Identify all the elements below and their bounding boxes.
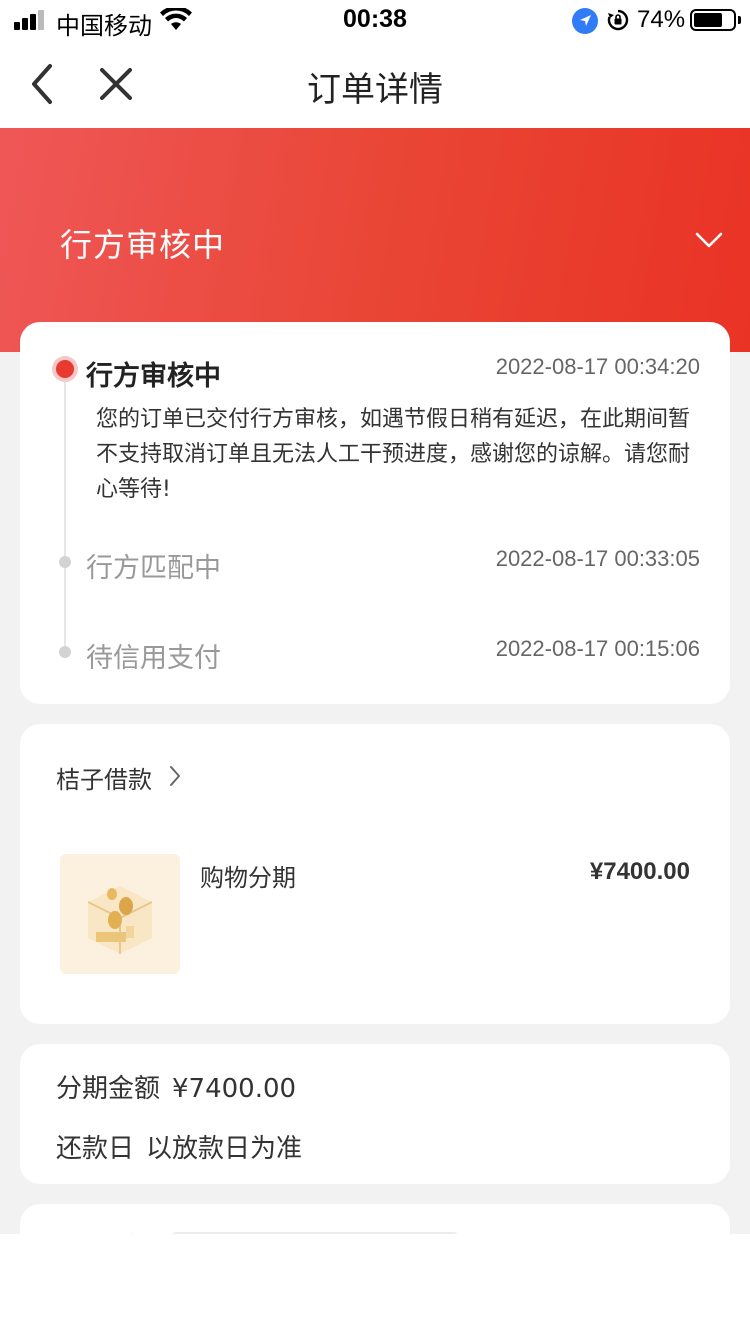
location-icon xyxy=(572,8,598,34)
installment-amount-row: 分期金额 ¥7400.00 xyxy=(56,1068,308,1105)
order-status: 行方审核中 xyxy=(60,226,226,264)
battery-percent: 74% xyxy=(637,6,686,33)
status-header: 行方审核中 xyxy=(0,128,750,352)
battery-cap xyxy=(738,16,741,24)
page-title: 订单详情 xyxy=(307,70,443,110)
timeline-dot xyxy=(59,646,71,658)
order-info-value xyxy=(170,1232,460,1234)
timeline-step-time: 2022-08-17 00:33:05 xyxy=(495,546,700,571)
repay-date-value: 以放款日为准 xyxy=(146,1134,303,1164)
product-price: ¥7400.00 xyxy=(589,858,690,885)
chevron-right-icon[interactable] xyxy=(168,765,182,787)
nav-bar: 订单详情 xyxy=(0,40,750,128)
product-card: 桔子借款 购物分期 ¥7400.00 xyxy=(20,724,730,1024)
installment-amount-value: ¥7400.00 xyxy=(172,1074,297,1104)
expand-chevron-icon[interactable] xyxy=(694,228,724,252)
timeline-step-time: 2022-08-17 00:15:06 xyxy=(495,636,700,661)
order-info-label: 订单信息 xyxy=(48,1226,144,1234)
battery-icon xyxy=(690,9,736,31)
product-image xyxy=(60,854,180,974)
timeline-step-time: 2022-08-17 00:34:20 xyxy=(495,354,700,379)
installment-amount-label: 分期金额 xyxy=(56,1074,161,1104)
order-info-card: 订单信息 xyxy=(20,1204,730,1234)
repay-date-row: 还款日 以放款日为准 xyxy=(56,1128,314,1165)
coin-box-icon xyxy=(87,886,153,954)
repay-date-label: 还款日 xyxy=(56,1134,135,1164)
timeline-line xyxy=(64,370,66,652)
rotation-lock-icon xyxy=(607,9,629,31)
app-viewport: 中国移动 00:38 74% 订单详情 行方审核中 行方审核中 2022-08-… xyxy=(0,0,750,1234)
battery-fill xyxy=(694,13,723,27)
product-name: 购物分期 xyxy=(200,864,296,892)
page: 中国移动 00:38 74% 订单详情 行方审核中 行方审核中 2022-08-… xyxy=(0,0,750,1334)
timeline-dot xyxy=(59,556,71,568)
installment-card: 分期金额 ¥7400.00 还款日 以放款日为准 xyxy=(20,1044,730,1184)
timeline-step-title: 待信用支付 xyxy=(86,643,221,674)
timeline-step-title: 行方审核中 xyxy=(86,361,221,392)
merchant-link[interactable]: 桔子借款 xyxy=(56,760,152,795)
timeline-card: 行方审核中 2022-08-17 00:34:20 您的订单已交付行方审核，如遇… xyxy=(20,322,730,704)
status-bar: 中国移动 00:38 74% xyxy=(0,0,750,40)
timeline-step-title: 行方匹配中 xyxy=(86,553,221,584)
timeline-dot-active xyxy=(52,356,78,382)
timeline-step-description: 您的订单已交付行方审核，如遇节假日稍有延迟，在此期间暂不支持取消订单且无法人工干… xyxy=(96,407,691,502)
